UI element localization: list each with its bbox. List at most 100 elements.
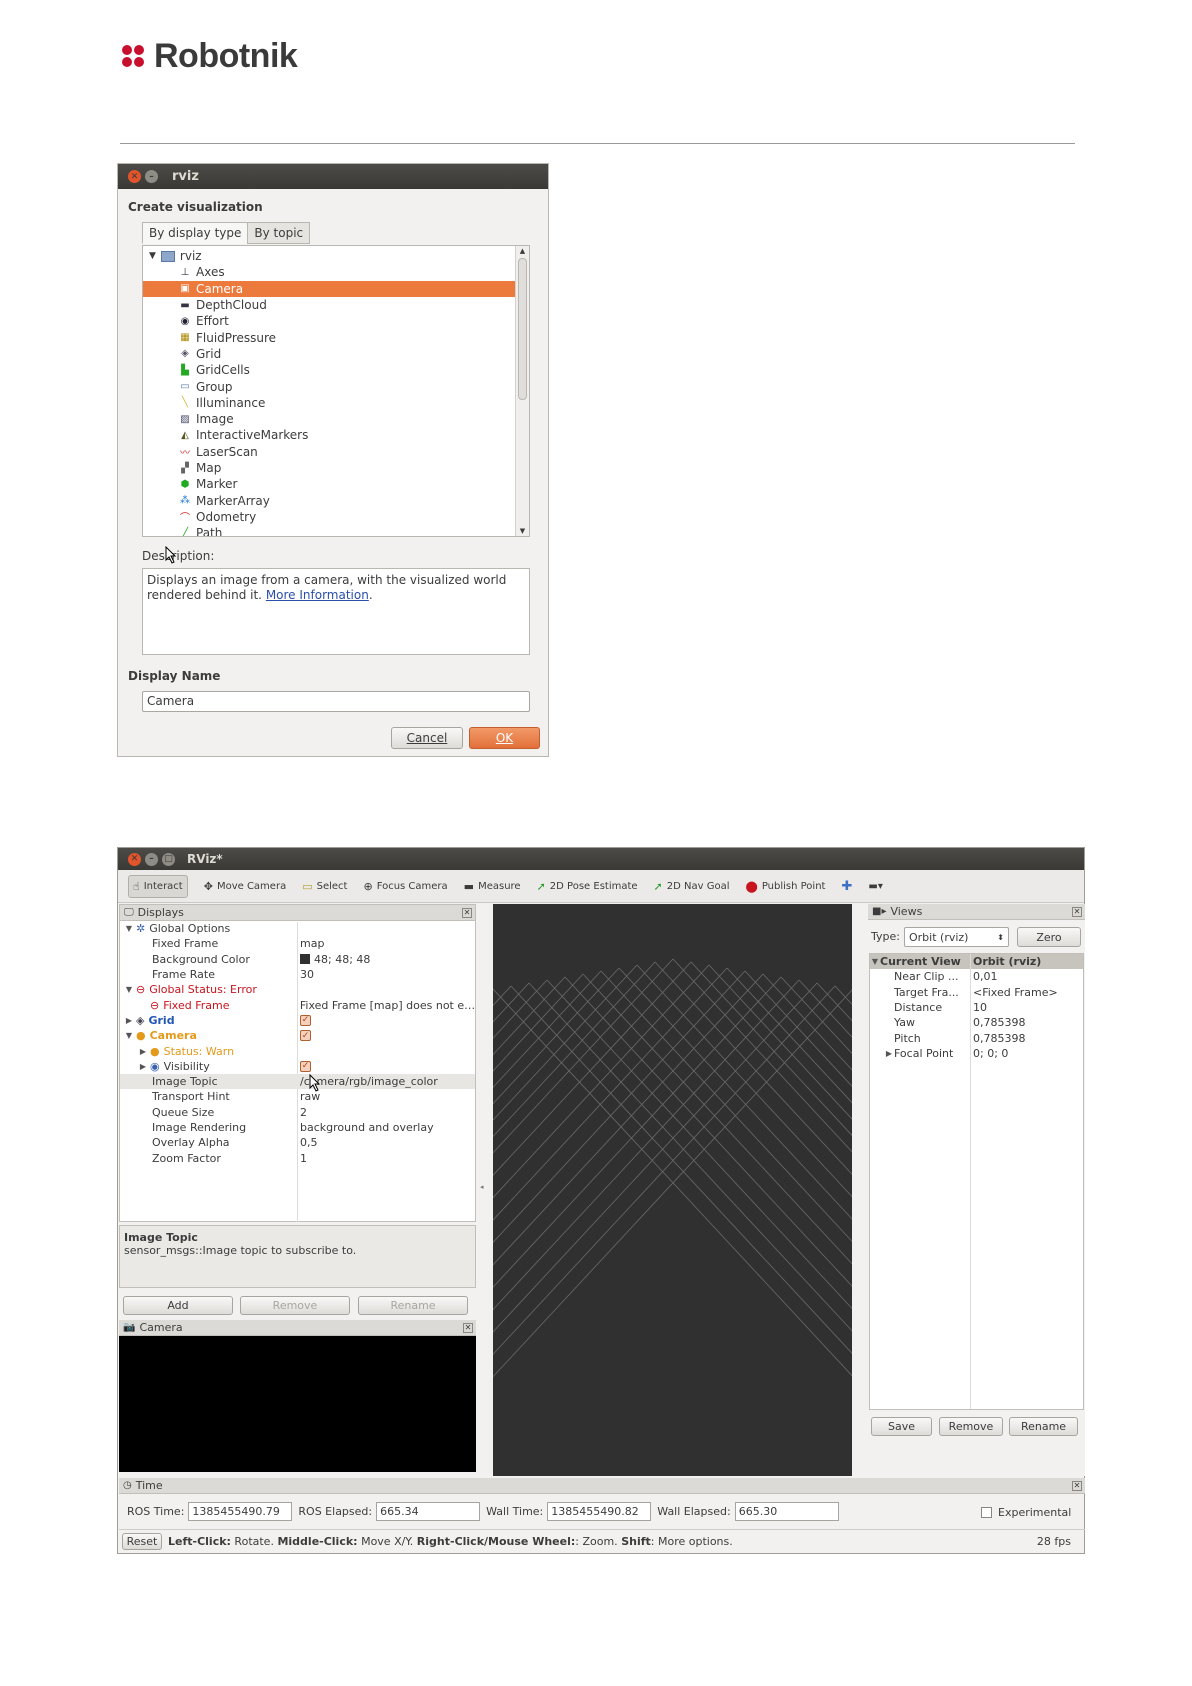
views-rename-button[interactable]: Rename (1009, 1417, 1078, 1436)
display-row[interactable]: ▼ ● Camera ✓ (120, 1028, 475, 1043)
display-row[interactable]: Overlay Alpha 0,5 (120, 1135, 475, 1150)
display-row[interactable]: ▼ ⊖ Global Status: Error (120, 982, 475, 997)
close-window-icon[interactable]: ✕ (128, 170, 141, 183)
views-remove-button[interactable]: Remove (939, 1417, 1003, 1436)
wall-time-field[interactable]: 1385455490.82 (547, 1502, 652, 1521)
view-prop-value[interactable]: 0; 0; 0 (971, 1047, 1008, 1060)
reset-button[interactable]: Reset (122, 1532, 162, 1550)
view-prop-row[interactable]: Near Clip ... 0,01 (870, 969, 1083, 984)
display-value[interactable]: ✓ (297, 1030, 311, 1042)
enabled-checkbox[interactable]: ✓ (300, 1030, 311, 1042)
enabled-checkbox[interactable]: ✓ (300, 1014, 311, 1026)
expand-right-icon[interactable]: ▶ (884, 1049, 894, 1058)
view-prop-value[interactable]: 0,785398 (971, 1032, 1026, 1045)
cancel-button[interactable]: Cancel (391, 727, 463, 749)
tool-publish-point[interactable]: ⬤ Publish Point (746, 880, 826, 893)
display-row[interactable]: Transport Hint raw (120, 1089, 475, 1104)
display-value[interactable]: map (297, 937, 324, 950)
view-prop-row[interactable]: Distance 10 (870, 1000, 1083, 1015)
tree-item-image[interactable]: ▨ Image (143, 411, 515, 427)
display-row[interactable]: ⊖ Fixed Frame Fixed Frame [map] does not e… (120, 997, 475, 1012)
scroll-down-icon[interactable]: ▼ (516, 526, 529, 536)
tree-item-camera[interactable]: ▣ Camera (143, 280, 515, 297)
3d-viewport[interactable] (493, 904, 852, 1476)
view-prop-row[interactable]: Yaw 0,785398 (870, 1015, 1083, 1030)
view-prop-row[interactable]: ▶ Focal Point 0; 0; 0 (870, 1046, 1083, 1061)
tree-item-odometry[interactable]: ⌒ Odometry (143, 509, 515, 525)
minimize-window-icon[interactable]: – (145, 170, 158, 183)
display-row[interactable]: ▶ ◈ Grid ✓ (120, 1013, 475, 1028)
tree-item-gridcells[interactable]: ▙ GridCells (143, 362, 515, 378)
view-type-select[interactable]: Orbit (rviz) ⬍ (904, 927, 1009, 947)
tool-focus-camera[interactable]: ⊕ Focus Camera (363, 880, 447, 893)
display-value[interactable]: 2 (297, 1106, 307, 1119)
view-prop-row[interactable]: Target Fra... <Fixed Frame> (870, 985, 1083, 1000)
tree-item-fluidpressure[interactable]: ▦ FluidPressure (143, 329, 515, 345)
expand-right-icon[interactable]: ▶ (124, 1016, 134, 1025)
tree-item-axes[interactable]: ⊥ Axes (143, 264, 515, 280)
display-row[interactable]: Fixed Frame map (120, 936, 475, 951)
wall-elapsed-field[interactable]: 665.30 (734, 1502, 839, 1521)
minimize-window-icon[interactable]: – (145, 852, 158, 866)
add-tool-icon[interactable]: ✚ (841, 879, 852, 894)
display-row[interactable]: ▼ ✲ Global Options (120, 921, 475, 936)
view-prop-value[interactable]: <Fixed Frame> (971, 986, 1058, 999)
tree-scrollbar[interactable]: ▲ ▼ (515, 246, 529, 536)
display-row[interactable]: Zoom Factor 1 (120, 1150, 475, 1165)
display-value[interactable]: 48; 48; 48 (297, 953, 370, 966)
ros-elapsed-field[interactable]: 665.34 (376, 1502, 481, 1521)
views-save-button[interactable]: Save (871, 1417, 932, 1436)
view-prop-row[interactable]: Pitch 0,785398 (870, 1030, 1083, 1045)
tree-item-group[interactable]: ▭ Group (143, 378, 515, 394)
close-panel-icon[interactable]: ✕ (463, 1322, 473, 1333)
zero-button[interactable]: Zero (1017, 927, 1081, 947)
display-row[interactable]: Background Color 48; 48; 48 (120, 952, 475, 967)
tool-select[interactable]: ▭ Select (302, 880, 347, 893)
tree-item-map[interactable]: ▞ Map (143, 460, 515, 476)
display-row[interactable]: ▶ ● Status: Warn (120, 1043, 475, 1058)
tree-item-path[interactable]: ╱ Path (143, 525, 515, 536)
close-panel-icon[interactable]: ✕ (462, 907, 472, 918)
add-display-button[interactable]: Add (123, 1296, 233, 1315)
camera-image-view[interactable] (119, 1336, 476, 1472)
tool-measure[interactable]: ▬ Measure (464, 880, 521, 893)
expand-down-icon[interactable]: ▼ (124, 1031, 134, 1040)
expand-down-icon[interactable]: ▼ (124, 985, 134, 994)
tree-item-interactivemarkers[interactable]: ◭ InteractiveMarkers (143, 427, 515, 443)
tree-item-markerarray[interactable]: ⁂ MarkerArray (143, 492, 515, 508)
scroll-thumb[interactable] (518, 258, 527, 400)
remove-display-button[interactable]: Remove (240, 1296, 350, 1315)
expand-down-icon[interactable]: ▼ (149, 251, 156, 261)
scroll-up-icon[interactable]: ▲ (516, 246, 529, 256)
display-row[interactable]: ▶ ◉ Visibility ✓ (120, 1059, 475, 1074)
display-row[interactable]: Frame Rate 30 (120, 967, 475, 982)
current-view-row[interactable]: ▼ Current View Orbit (rviz) (870, 954, 1083, 970)
view-prop-value[interactable]: 10 (971, 1001, 987, 1014)
view-prop-value[interactable]: 0,01 (971, 970, 998, 983)
display-row[interactable]: Image Topic/camera/rgb/image_color (120, 1073, 475, 1090)
display-value[interactable]: background and overlay (297, 1121, 434, 1134)
view-prop-value[interactable]: 0,785398 (971, 1016, 1026, 1029)
color-swatch[interactable] (300, 954, 310, 965)
more-information-link[interactable]: More Information (266, 588, 369, 602)
tree-item-laserscan[interactable]: 〰 LaserScan (143, 444, 515, 460)
display-name-field[interactable]: Camera (142, 691, 530, 712)
close-window-icon[interactable]: ✕ (128, 852, 141, 866)
display-value[interactable]: 1 (297, 1152, 307, 1165)
display-value[interactable]: raw (297, 1090, 320, 1103)
experimental-checkbox[interactable] (981, 1507, 992, 1518)
tool-move-camera[interactable]: ✥ Move Camera (204, 880, 286, 893)
enabled-checkbox[interactable]: ✓ (300, 1060, 311, 1072)
remove-tool-menu-icon[interactable]: ▬▾ (868, 881, 882, 892)
expand-down-icon[interactable]: ▼ (124, 924, 134, 933)
maximize-window-icon[interactable]: □ (162, 852, 175, 866)
expand-down-icon[interactable]: ▼ (870, 957, 880, 966)
display-row[interactable]: Queue Size 2 (120, 1105, 475, 1120)
tree-item-marker[interactable]: ⬢ Marker (143, 476, 515, 492)
tool-2d-nav-goal[interactable]: ➚ 2D Nav Goal (654, 880, 730, 893)
tree-item-effort[interactable]: ◉ Effort (143, 313, 515, 329)
tab-by-topic[interactable]: By topic (247, 222, 311, 244)
left-splitter-icon[interactable]: ◂ (480, 1183, 484, 1191)
close-panel-icon[interactable]: ✕ (1072, 1480, 1082, 1491)
display-value[interactable]: 0,5 (297, 1136, 318, 1149)
